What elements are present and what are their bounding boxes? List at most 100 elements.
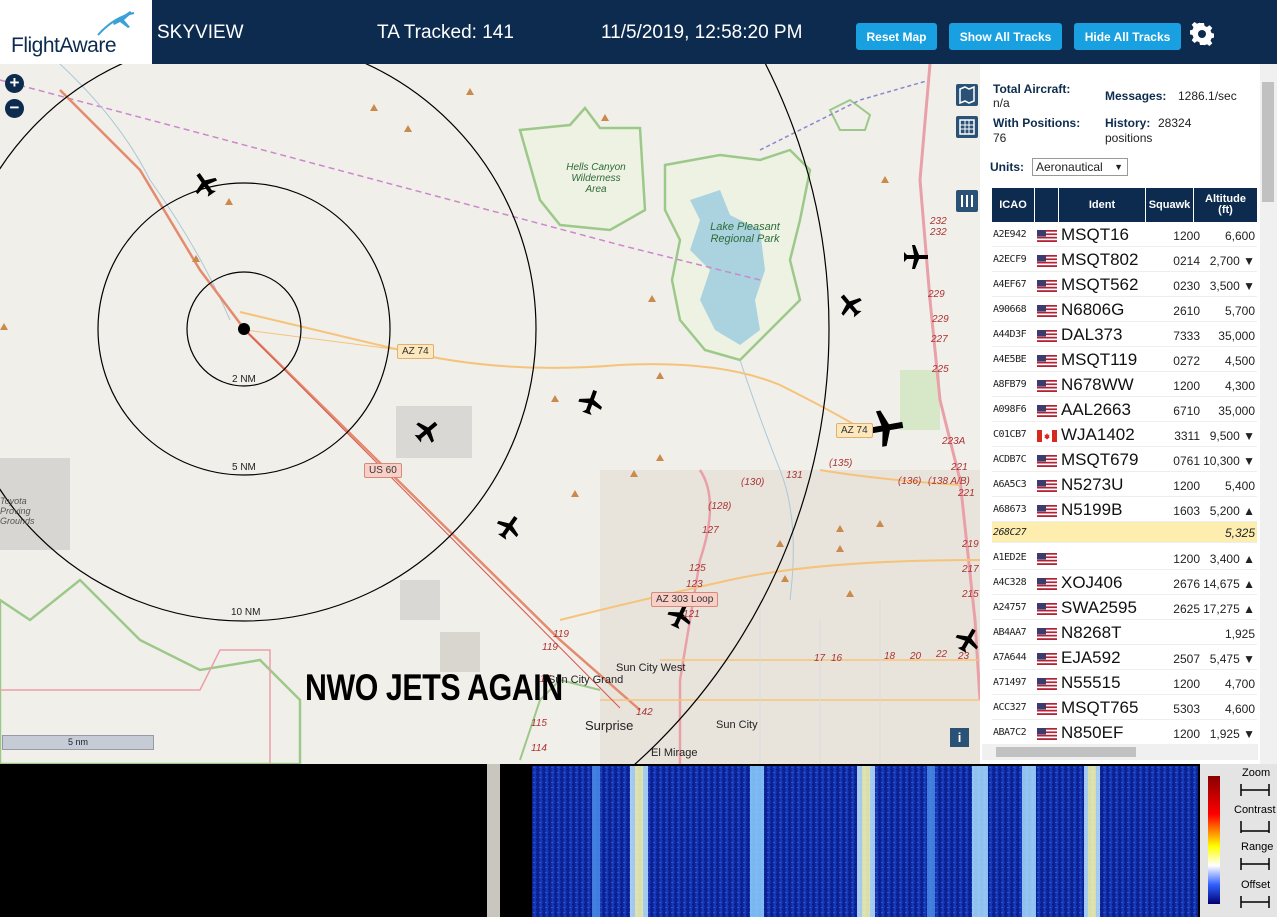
table-row[interactable]: 268C27 5,325: [992, 522, 1257, 543]
table-row[interactable]: A71497 N55515 1200 4,700: [992, 670, 1257, 695]
table-row[interactable]: A4EF67 MSQT562 0230 3,500 ▼: [992, 272, 1257, 297]
cell-icao: A7A644: [993, 652, 1027, 663]
waterfall-display[interactable]: [532, 766, 1198, 917]
horizontal-scrollbar[interactable]: [982, 744, 1258, 760]
cell-icao: C01CB7: [993, 429, 1027, 440]
cell-squawk: 1200: [1173, 677, 1200, 691]
table-row[interactable]: A8FB79 N678WW 1200 4,300: [992, 372, 1257, 397]
road-num: (128): [708, 501, 732, 512]
reset-map-button[interactable]: Reset Map: [856, 23, 937, 50]
road-shield-us60: US 60: [364, 463, 402, 478]
cell-squawk: 2625: [1173, 602, 1200, 616]
us-flag-icon: [1037, 628, 1057, 640]
table-row[interactable]: A098F6 AAL2663 6710 35,000: [992, 397, 1257, 422]
table-row[interactable]: A6A5C3 N5273U 1200 5,400: [992, 472, 1257, 497]
canada-flag-icon: [1037, 430, 1057, 442]
us-flag-icon: [1037, 653, 1057, 665]
road-num: 18: [884, 651, 896, 662]
cell-icao: A71497: [993, 677, 1027, 688]
road-shield-az74: AZ 74: [397, 344, 434, 359]
col-icao[interactable]: ICAO: [992, 188, 1035, 222]
cell-squawk: 1200: [1173, 479, 1200, 493]
cell-altitude: 6,600: [1224, 229, 1255, 243]
cell-altitude: 10,300 ▼: [1203, 454, 1255, 468]
zoom-out-button[interactable]: −: [5, 99, 24, 118]
offset-slider[interactable]: [1240, 894, 1270, 910]
road-num: 232: [930, 227, 947, 238]
cell-icao: 268C27: [993, 527, 1027, 538]
table-row[interactable]: ACDB7C MSQT679 0761 10,300 ▼: [992, 447, 1257, 472]
cell-icao: ACDB7C: [993, 454, 1027, 465]
sdr-divider: [487, 764, 500, 917]
gear-icon[interactable]: [1190, 22, 1214, 46]
road-num: (135): [829, 458, 853, 469]
us-flag-icon: [1037, 703, 1057, 715]
columns-toggle-icon[interactable]: [956, 190, 978, 212]
road-num: 121: [683, 609, 700, 620]
cell-icao: A24757: [993, 602, 1027, 613]
total-aircraft-label: Total Aircraft:: [993, 82, 1071, 96]
road-num: (138 A/B): [928, 476, 970, 487]
hide-all-tracks-button[interactable]: Hide All Tracks: [1074, 23, 1181, 50]
contrast-slider[interactable]: [1240, 819, 1270, 835]
scrollbar-thumb[interactable]: [1262, 82, 1274, 202]
map-layers-icon[interactable]: [956, 84, 978, 106]
table-row[interactable]: A2E942 MSQT16 1200 6,600: [992, 222, 1257, 247]
top-bar: FlightAware SKYVIEW TA Tracked: 141 11/5…: [0, 0, 1277, 64]
cell-ident: N5273U: [1061, 475, 1124, 494]
cell-ident: MSQT562: [1061, 275, 1139, 294]
road-num: 23: [958, 651, 970, 662]
positions-value: 76: [993, 131, 1007, 145]
map-view[interactable]: + − 2 NM 5 NM 10 NM AZ 74 AZ 74 US 60 AZ…: [0, 64, 980, 764]
us-flag-icon: [1037, 578, 1057, 590]
table-row[interactable]: A4E5BE MSQT119 0272 4,500: [992, 347, 1257, 372]
table-row[interactable]: A24757 SWA2595 2625 17,275 ▲: [992, 595, 1257, 620]
flightaware-logo[interactable]: FlightAware: [0, 0, 152, 64]
logo-text: FlightAware: [11, 34, 117, 57]
table-row[interactable]: A2ECF9 MSQT802 0214 2,700 ▼: [992, 247, 1257, 272]
vertical-scrollbar[interactable]: [1260, 64, 1277, 764]
col-flag[interactable]: [1035, 188, 1059, 222]
col-squawk[interactable]: Squawk: [1146, 188, 1194, 222]
table-row[interactable]: ABA7C2 N850EF 1200 1,925 ▼: [992, 720, 1257, 745]
us-flag-icon: [1037, 305, 1057, 317]
zoom-in-button[interactable]: +: [5, 74, 24, 93]
cell-squawk: 0761: [1173, 454, 1200, 468]
table-row[interactable]: A4C328 XOJ406 2676 14,675 ▲: [992, 570, 1257, 595]
overlay-caption: NWO JETS AGAIN: [305, 667, 563, 708]
scrollbar-thumb[interactable]: [996, 747, 1136, 757]
cell-icao: A4EF67: [993, 279, 1027, 290]
cell-altitude: 4,300: [1224, 379, 1255, 393]
us-flag-icon: [1037, 330, 1057, 342]
table-row[interactable]: A1ED2E 1200 3,400 ▲: [992, 545, 1257, 570]
table-row[interactable]: A90668 N6806G 2610 5,700: [992, 297, 1257, 322]
table-row[interactable]: A68673 N5199B 1603 5,200 ▲: [992, 497, 1257, 522]
road-num: (136): [898, 476, 922, 487]
table-row[interactable]: ACC327 MSQT765 5303 4,600: [992, 695, 1257, 720]
range-slider[interactable]: [1240, 856, 1270, 872]
cell-icao: A4C328: [993, 577, 1027, 588]
positions-label: With Positions:: [993, 116, 1081, 130]
cell-altitude: 5,475 ▼: [1209, 652, 1255, 666]
units-select[interactable]: Aeronautical ▼: [1032, 158, 1128, 176]
ring-label-2nm: 2 NM: [232, 374, 256, 385]
show-all-tracks-button[interactable]: Show All Tracks: [949, 23, 1062, 50]
road-num: 142: [636, 707, 653, 718]
cell-icao: ACC327: [993, 702, 1027, 713]
col-altitude[interactable]: Altitude (ft): [1194, 188, 1257, 222]
cell-ident: N8268T: [1061, 623, 1122, 642]
cell-altitude: 4,700: [1224, 677, 1255, 691]
table-row[interactable]: C01CB7 WJA1402 3311 9,500 ▼: [992, 422, 1257, 447]
units-selected-value: Aeronautical: [1036, 160, 1103, 174]
col-ident[interactable]: Ident: [1059, 188, 1146, 222]
info-button[interactable]: i: [950, 728, 969, 747]
table-row[interactable]: A7A644 EJA592 2507 5,475 ▼: [992, 645, 1257, 670]
color-scale-bar: [1208, 776, 1220, 904]
cell-altitude: 35,000: [1218, 329, 1255, 343]
table-row[interactable]: A44D3F DAL373 7333 35,000: [992, 322, 1257, 347]
cell-altitude: 1,925: [1224, 627, 1255, 641]
grid-overlay-icon[interactable]: [956, 116, 978, 138]
history-label: History:: [1105, 116, 1151, 130]
zoom-slider[interactable]: [1240, 782, 1270, 798]
table-row[interactable]: AB4AA7 N8268T 1,925: [992, 620, 1257, 645]
